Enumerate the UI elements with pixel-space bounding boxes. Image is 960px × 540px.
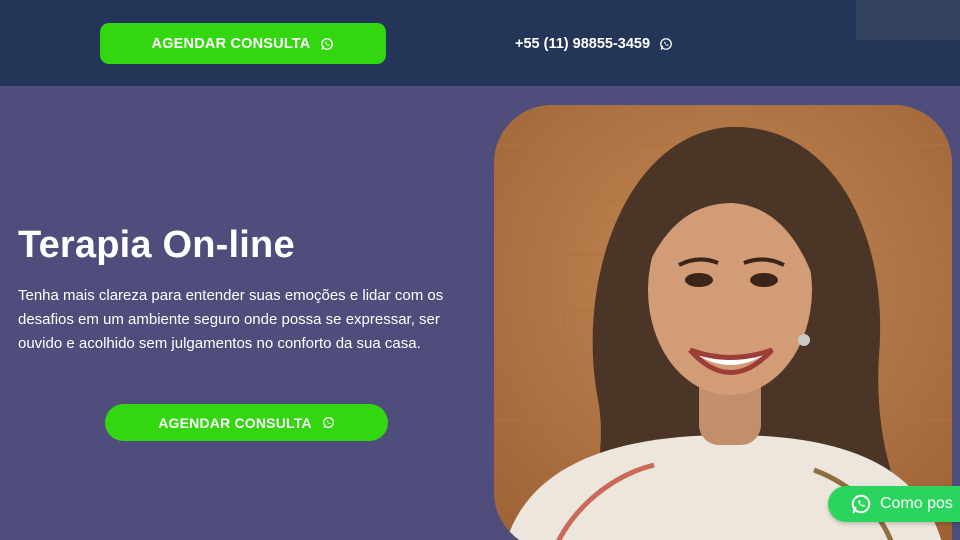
hero-description: Tenha mais clareza para entender suas em… bbox=[18, 287, 444, 352]
hero-title: Terapia On-line bbox=[18, 224, 295, 266]
top-header: AGENDAR CONSULTA +55 (11) 98855-3459 bbox=[0, 0, 960, 86]
phone-number: +55 (11) 98855-3459 bbox=[515, 36, 651, 52]
whatsapp-icon bbox=[320, 37, 334, 51]
header-schedule-label: AGENDAR CONSULTA bbox=[151, 35, 311, 52]
whatsapp-icon bbox=[659, 37, 673, 51]
therapist-photo bbox=[494, 105, 952, 540]
hero-schedule-button[interactable]: AGENDAR CONSULTA bbox=[105, 404, 388, 441]
header-corner-panel bbox=[856, 0, 960, 40]
header-schedule-button[interactable]: AGENDAR CONSULTA bbox=[100, 23, 386, 64]
whatsapp-icon bbox=[850, 493, 872, 515]
chat-widget-label: Como pos bbox=[880, 495, 953, 512]
hero-schedule-label: AGENDAR CONSULTA bbox=[158, 414, 312, 431]
whatsapp-chat-button[interactable]: Como pos bbox=[828, 486, 960, 522]
header-phone[interactable]: +55 (11) 98855-3459 bbox=[515, 33, 673, 55]
whatsapp-icon bbox=[322, 416, 335, 429]
